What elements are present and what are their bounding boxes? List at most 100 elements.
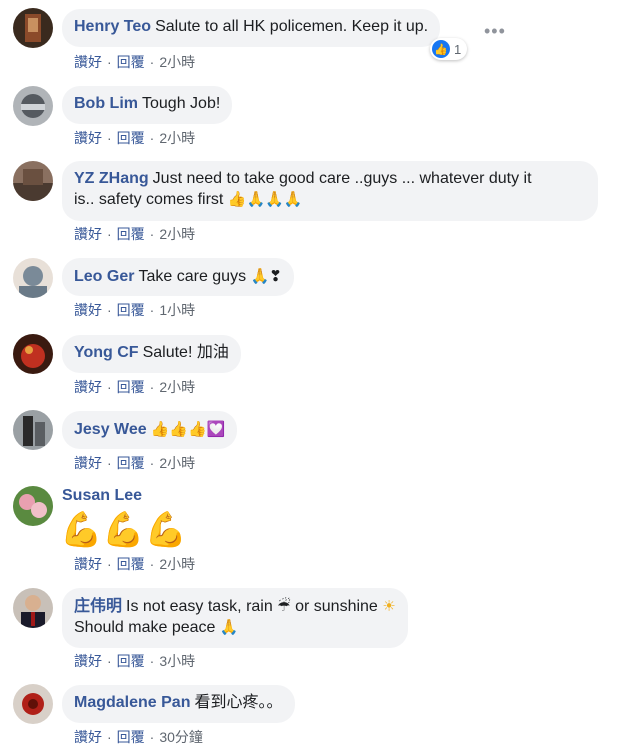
reply-button[interactable]: 回覆	[117, 302, 145, 318]
reply-button[interactable]: 回覆	[117, 556, 145, 572]
sun-icon: ☀	[382, 597, 396, 615]
separator: ·	[107, 653, 112, 669]
comment-actions: 讚好 · 回覆 · 1小時	[74, 300, 195, 320]
reply-button[interactable]: 回覆	[117, 653, 145, 669]
reply-button[interactable]: 回覆	[117, 729, 145, 745]
avatar[interactable]	[13, 588, 53, 628]
avatar-image	[13, 258, 53, 298]
comment-actions: 讚好 · 回覆 · 2小時	[74, 224, 195, 244]
comment: Bob Lim Tough Job! 讚好 · 回覆 · 2小時	[0, 76, 636, 156]
comment: Jesy Wee 👍👍👍💟 讚好 · 回覆 · 2小時	[0, 404, 636, 480]
comment-bubble: Bob Lim Tough Job!	[62, 86, 233, 124]
comment-bubble: Henry Teo Salute to all HK policemen. Kee…	[62, 9, 441, 47]
umbrella-rain-icon: ☔	[277, 597, 291, 615]
avatar[interactable]	[13, 334, 53, 374]
reaction-count-value: 1	[454, 41, 462, 57]
avatar[interactable]	[13, 258, 53, 298]
separator: ·	[107, 556, 112, 572]
like-button[interactable]: 讚好	[74, 653, 102, 669]
separator: ·	[107, 379, 112, 395]
comment-author[interactable]: Susan Lee	[62, 487, 146, 505]
separator: ·	[149, 302, 155, 318]
separator: ·	[107, 226, 112, 242]
comment-text: 看到心疼。。	[194, 694, 283, 711]
comment-author[interactable]: Leo Ger	[74, 268, 134, 285]
like-button[interactable]: 讚好	[74, 226, 102, 242]
emoji: 👍👍👍💟	[150, 420, 226, 438]
comment-author[interactable]: Bob Lim	[74, 95, 138, 112]
comment-text: Salute! 加油	[142, 344, 229, 361]
avatar[interactable]	[13, 161, 53, 201]
separator: ·	[107, 729, 112, 745]
comment-author[interactable]: Magdalene Pan	[74, 694, 190, 711]
comment-author[interactable]: Yong CF	[74, 344, 139, 361]
separator: ·	[107, 54, 112, 70]
reply-button[interactable]: 回覆	[117, 379, 145, 395]
timestamp[interactable]: 2小時	[159, 54, 195, 70]
comment-actions: 讚好 · 回覆 · 2小時	[74, 52, 195, 72]
comment-text: Just need to take good care ..guys ... w…	[152, 170, 532, 187]
timestamp[interactable]: 2小時	[159, 556, 195, 572]
emoji: 💪💪💪	[60, 510, 188, 550]
comment-text: Take care guys	[138, 268, 247, 285]
separator: ·	[149, 653, 155, 669]
separator: ·	[107, 130, 112, 146]
comment-text-line2: Should make peace	[74, 619, 216, 636]
like-button[interactable]: 讚好	[74, 379, 102, 395]
avatar-image	[13, 486, 53, 526]
like-button[interactable]: 讚好	[74, 54, 102, 70]
separator: ·	[149, 226, 155, 242]
separator: ·	[107, 302, 112, 318]
separator: ·	[149, 54, 155, 70]
comment-text-line2: is.. safety comes first	[74, 191, 224, 208]
like-button[interactable]: 讚好	[74, 130, 102, 146]
timestamp[interactable]: 2小時	[159, 455, 195, 471]
like-button[interactable]: 讚好	[74, 729, 102, 745]
avatar-image	[13, 588, 53, 628]
avatar[interactable]	[13, 86, 53, 126]
comment-actions: 讚好 · 回覆 · 2小時	[74, 554, 195, 574]
emoji: 👍🙏🙏🙏	[227, 190, 303, 208]
comment-text-part: or sunshine	[295, 598, 378, 615]
timestamp[interactable]: 2小時	[159, 379, 195, 395]
comment-author[interactable]: YZ ZHang	[74, 170, 149, 187]
reaction-count[interactable]: 👍 1	[430, 38, 468, 60]
comment-bubble: Leo Ger Take care guys 🙏❣	[62, 258, 294, 296]
comment-bubble: Yong CF Salute! 加油	[62, 335, 241, 373]
comment-actions: 讚好 · 回覆 · 2小時	[74, 377, 195, 397]
reply-button[interactable]: 回覆	[117, 54, 145, 70]
comment-author[interactable]: Jesy Wee	[74, 421, 147, 438]
separator: ·	[149, 455, 155, 471]
separator: ·	[149, 729, 155, 745]
timestamp[interactable]: 3小時	[159, 653, 195, 669]
comment-bubble: 庄伟明 Is not easy task, rain ☔ or sunshine …	[62, 588, 408, 648]
reply-button[interactable]: 回覆	[117, 130, 145, 146]
avatar[interactable]	[13, 684, 53, 724]
comment-text: Tough Job!	[142, 95, 221, 112]
reply-button[interactable]: 回覆	[117, 455, 145, 471]
timestamp[interactable]: 2小時	[159, 130, 195, 146]
avatar[interactable]	[13, 486, 53, 526]
like-icon: 👍	[432, 40, 450, 58]
separator: ·	[149, 130, 155, 146]
more-icon[interactable]: •••	[484, 21, 506, 42]
avatar[interactable]	[13, 410, 53, 450]
timestamp[interactable]: 1小時	[159, 302, 195, 318]
comment-author[interactable]: 庄伟明	[74, 598, 122, 615]
avatar-image	[13, 684, 53, 724]
comment-author[interactable]: Henry Teo	[74, 18, 151, 35]
comment-text: Salute to all HK policemen. Keep it up.	[155, 18, 429, 35]
comment: Henry Teo Salute to all HK policemen. Kee…	[0, 0, 636, 76]
emoji: 🙏❣	[250, 267, 282, 285]
comment: Magdalene Pan 看到心疼。。 讚好 · 回覆 · 30分鐘	[0, 680, 636, 748]
comment-bubble: Magdalene Pan 看到心疼。。	[62, 685, 295, 723]
avatar[interactable]	[13, 8, 53, 48]
like-button[interactable]: 讚好	[74, 556, 102, 572]
timestamp[interactable]: 2小時	[159, 226, 195, 242]
like-button[interactable]: 讚好	[74, 302, 102, 318]
comment-bubble: Jesy Wee 👍👍👍💟	[62, 411, 238, 449]
timestamp[interactable]: 30分鐘	[159, 729, 203, 745]
like-button[interactable]: 讚好	[74, 455, 102, 471]
reply-button[interactable]: 回覆	[117, 226, 145, 242]
comment: Susan Lee 💪💪💪 讚好 · 回覆 · 2小時	[0, 480, 636, 580]
